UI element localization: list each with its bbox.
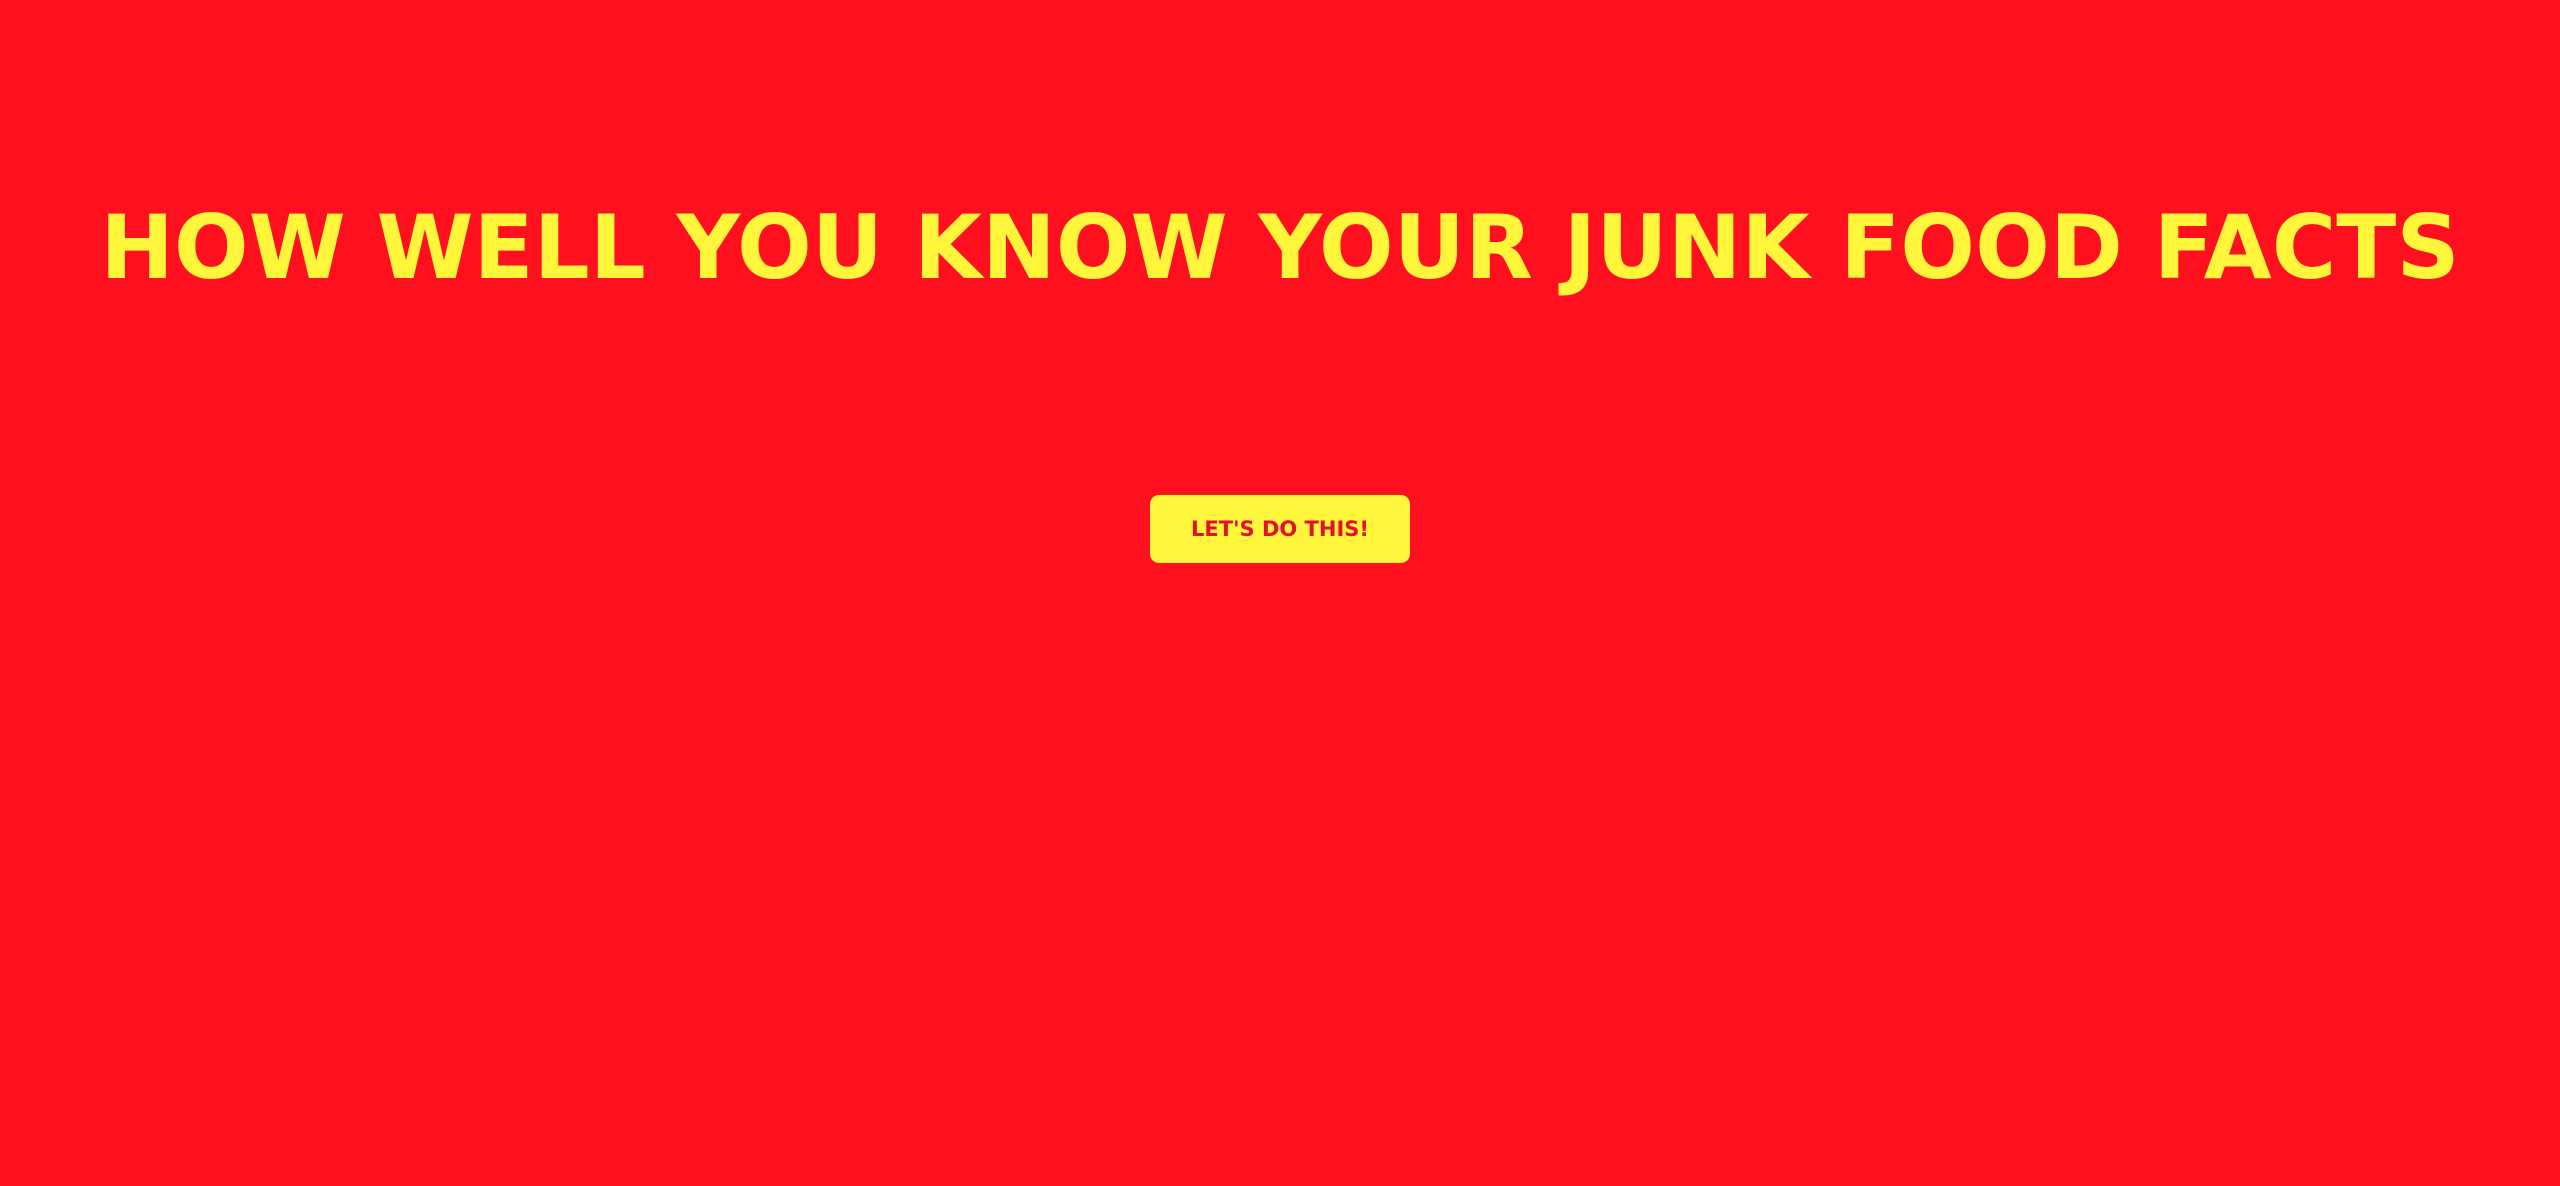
page-title: HOW WELL YOU KNOW YOUR JUNK FOOD FACTS <box>100 196 2460 299</box>
start-quiz-button[interactable]: LET'S DO THIS! <box>1150 495 1410 563</box>
quiz-start-page: HOW WELL YOU KNOW YOUR JUNK FOOD FACTS L… <box>0 0 2560 1186</box>
